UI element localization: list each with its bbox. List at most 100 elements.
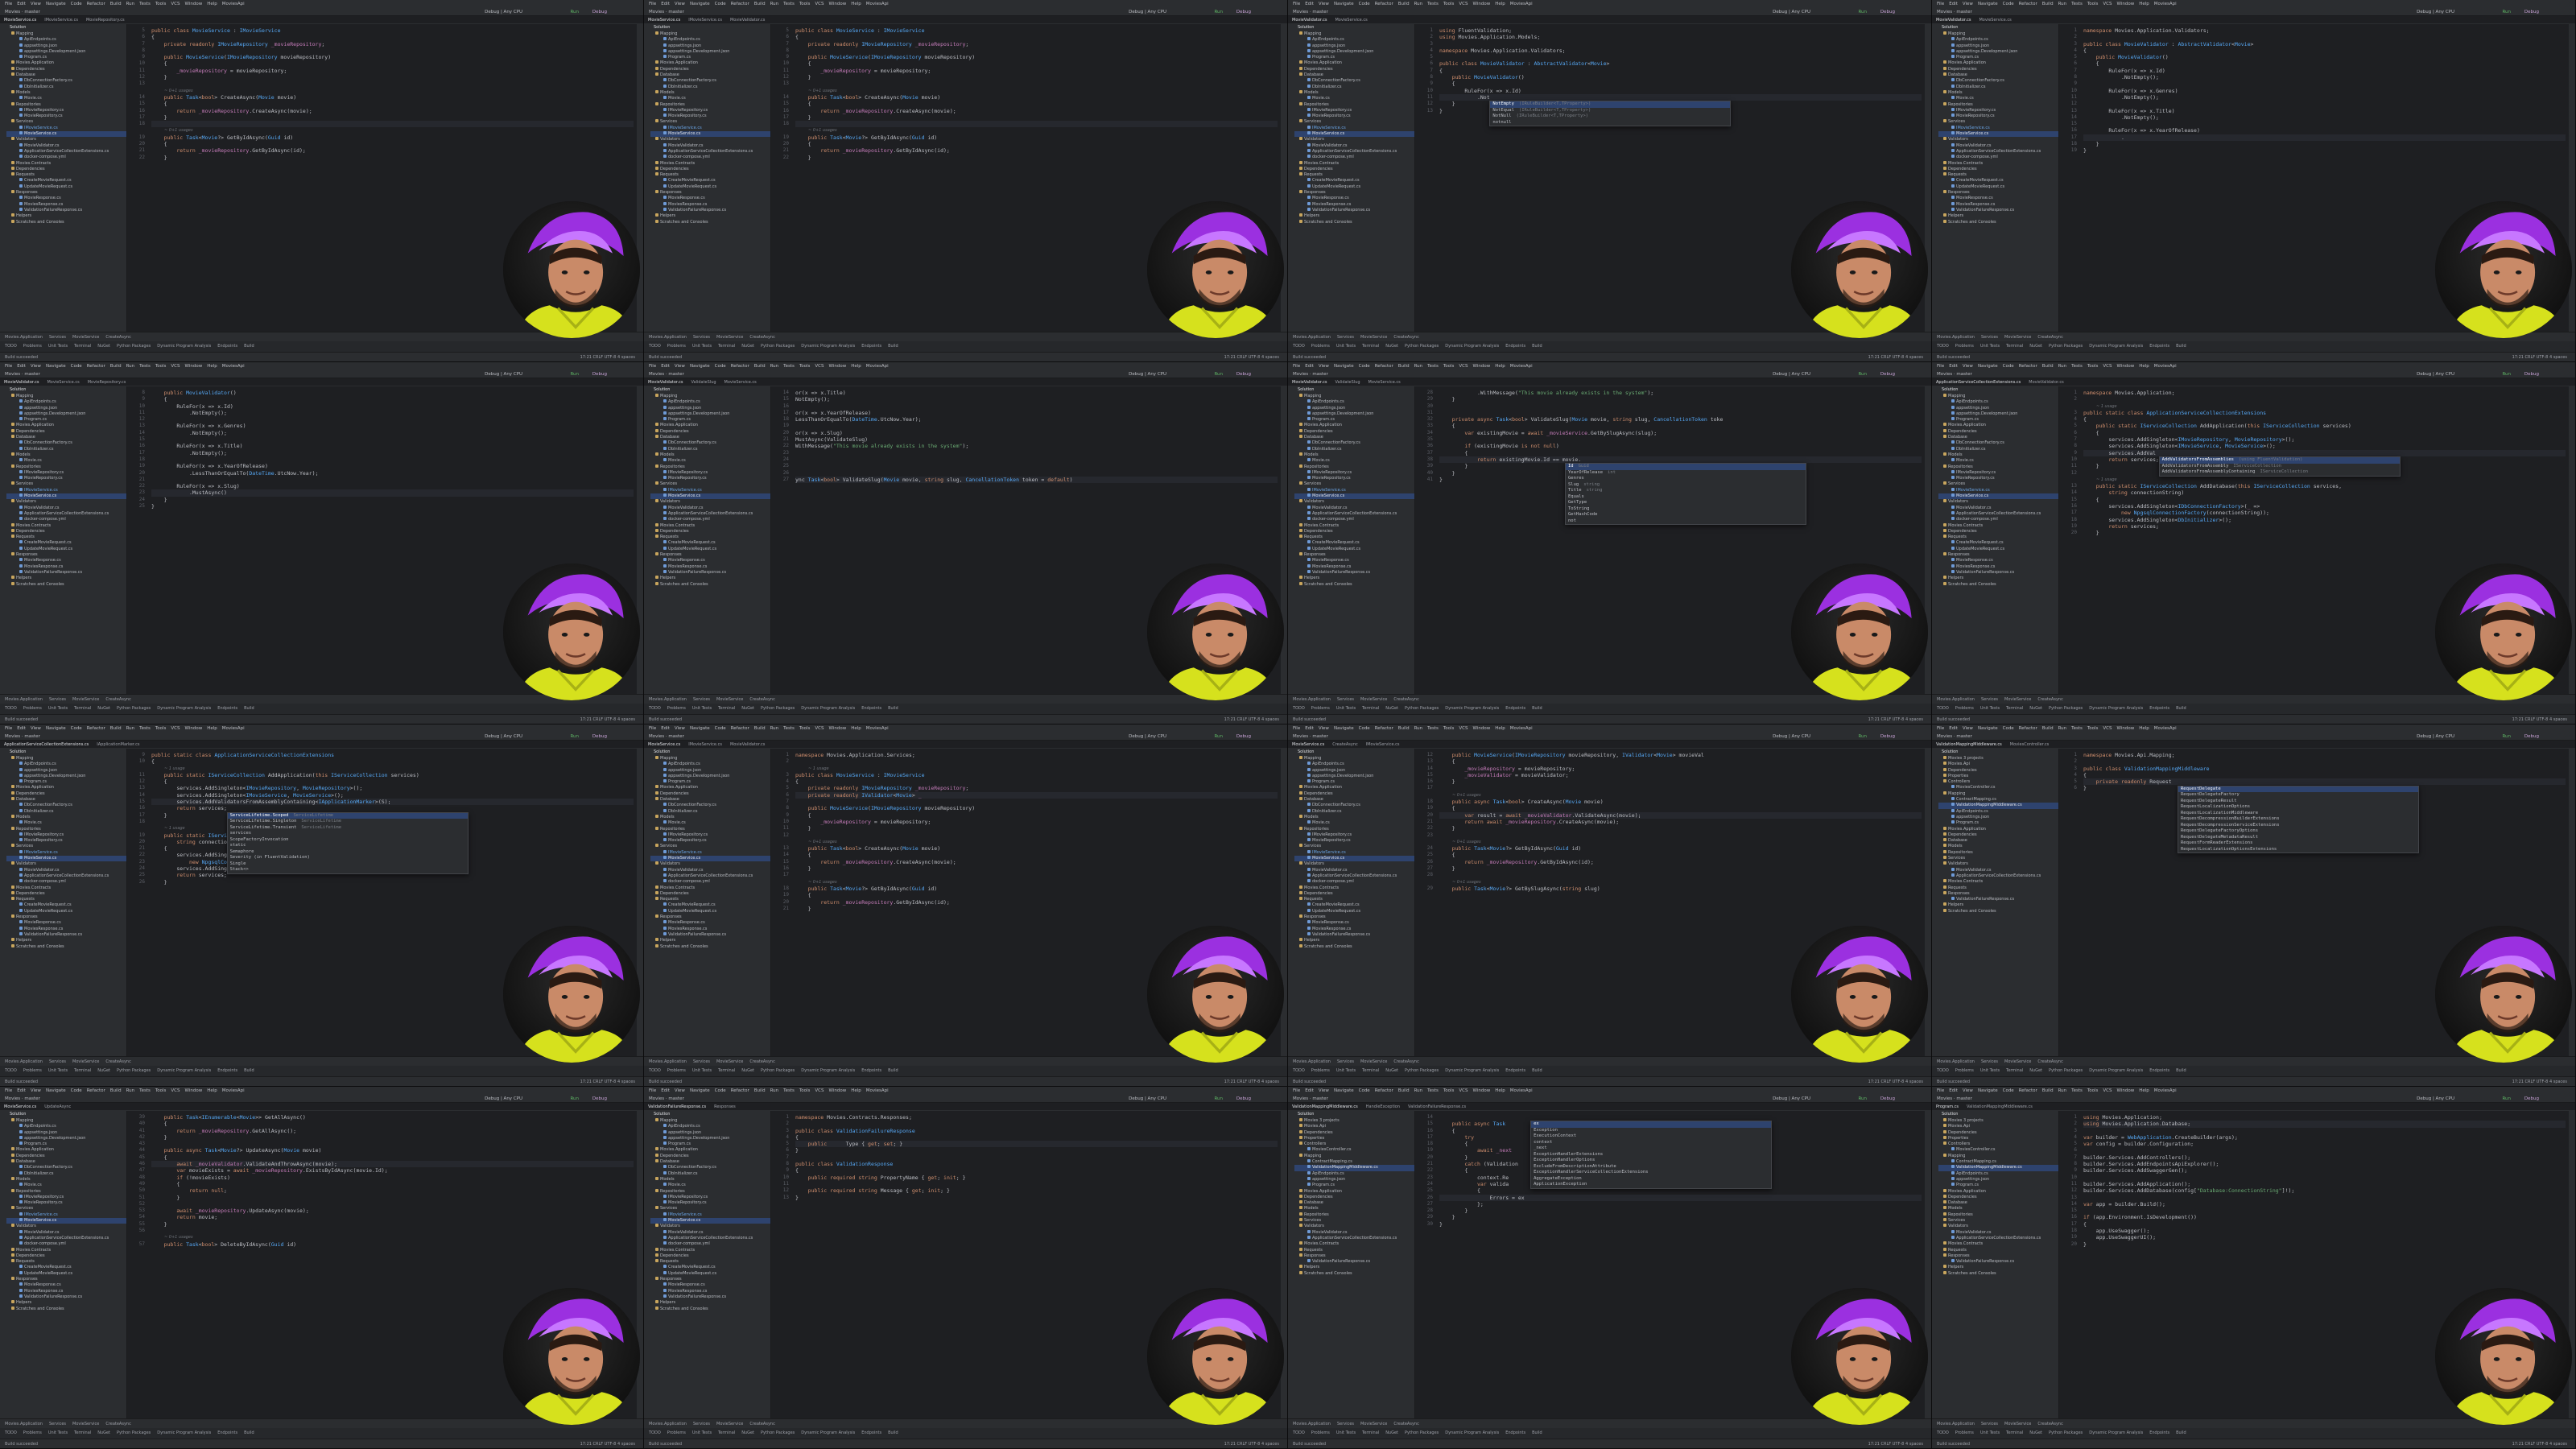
branch-selector[interactable]: master [24, 734, 39, 739]
menu-item[interactable]: Edit [1305, 364, 1314, 369]
menu-item[interactable]: Run [126, 1088, 135, 1093]
tree-item[interactable]: docker-compose.yml [650, 155, 770, 160]
breadcrumb-item[interactable]: Movies.Application [1937, 1059, 1975, 1064]
menu-item[interactable]: Build [754, 2, 766, 6]
tree-item[interactable]: MovieService.cs [1294, 493, 1414, 500]
tool-window-tab[interactable]: Problems [1311, 344, 1330, 349]
run-button[interactable]: Run [1214, 733, 1223, 740]
menu-item[interactable]: VCS [2103, 726, 2112, 731]
menu-item[interactable]: Build [110, 1088, 122, 1093]
tree-item[interactable]: Requests [1294, 535, 1414, 540]
branch-selector[interactable]: master [1956, 734, 1971, 739]
editor-tab[interactable]: MovieService.cs [0, 16, 40, 23]
tool-window-tab[interactable]: Dynamic Program Analysis [157, 344, 211, 349]
tree-item[interactable]: Movies.Application [1938, 60, 2058, 66]
tree-item[interactable]: Program.cs [6, 417, 126, 423]
tree-item[interactable]: Responses [6, 1277, 126, 1282]
menu-item[interactable]: Run [1414, 364, 1423, 369]
tree-item[interactable]: Mapping [1938, 394, 2058, 399]
tree-item[interactable]: Models [650, 814, 770, 820]
menu-item[interactable]: View [675, 1088, 685, 1093]
tree-item[interactable]: MovieValidator.cs [1938, 142, 2058, 149]
tree-item[interactable]: Models [6, 814, 126, 820]
tool-window-tab[interactable]: Problems [23, 706, 42, 711]
left-tool-strip[interactable] [1932, 749, 1938, 1056]
tree-item[interactable]: CreateMovieRequest.cs [1294, 902, 1414, 908]
tool-window-tab[interactable]: Build [1532, 1430, 1542, 1435]
menu-item[interactable]: MoviesApi [866, 726, 889, 731]
completion-option[interactable]: ScopeFactoryInvocation [228, 837, 468, 844]
menu-item[interactable]: Refactor [2019, 726, 2037, 731]
menu-item[interactable]: Help [851, 364, 861, 369]
tree-item[interactable]: Responses [650, 190, 770, 196]
menu-item[interactable]: Code [1359, 364, 1370, 369]
tree-item[interactable]: Program.cs [650, 417, 770, 423]
tree-item[interactable]: Responses [1938, 552, 2058, 558]
tree-item[interactable]: Repositories [1938, 101, 2058, 108]
tree-item[interactable]: appsettings.Development.json [650, 1135, 770, 1141]
menu-item[interactable]: Tools [155, 726, 167, 731]
tool-window-tab[interactable]: Problems [1311, 1430, 1330, 1435]
menu-item[interactable]: Navigate [1978, 1088, 1998, 1093]
tree-item[interactable]: ApplicationServiceCollectionExtensions.c… [6, 148, 126, 155]
tree-item[interactable]: appsettings.json [650, 1129, 770, 1136]
editor-tab[interactable]: MovieValidator.cs [2025, 378, 2067, 386]
completion-option[interactable]: Single [228, 861, 468, 868]
tree-item[interactable]: MoviesResponse.cs [650, 926, 770, 932]
tool-window-tab[interactable]: Problems [23, 1068, 42, 1073]
debug-button[interactable]: Debug [2524, 1095, 2539, 1102]
completion-option[interactable]: RequestLocalizationOptionsExtensions [2178, 847, 2418, 853]
tool-window-tab[interactable]: TODO [1937, 706, 1949, 711]
tool-window-tab[interactable]: Terminal [2006, 1430, 2023, 1435]
menu-item[interactable]: Window [2117, 364, 2135, 369]
tool-window-tab[interactable]: NuGet [741, 344, 754, 349]
solution-selector[interactable]: Movies [1293, 1096, 1308, 1101]
breadcrumb-item[interactable]: Movies.Application [1937, 697, 1975, 702]
tree-item[interactable]: MovieValidator.cs [1938, 1229, 2058, 1236]
completion-option[interactable]: Stack<> [228, 867, 468, 873]
tree-item[interactable]: Dependencies [6, 1153, 126, 1159]
tree-item[interactable]: Scratches and Consoles [650, 943, 770, 950]
tool-window-tab[interactable]: Build [2176, 1430, 2186, 1435]
menu-item[interactable]: VCS [171, 2, 180, 6]
code-area[interactable]: public class MovieService : IMovieServic… [151, 27, 634, 161]
solution-selector[interactable]: Movies [649, 372, 664, 377]
tool-window-tab[interactable]: Unit Tests [1980, 706, 2000, 711]
tree-item[interactable]: Helpers [6, 938, 126, 943]
tree-item[interactable]: ApplicationServiceCollectionExtensions.c… [1938, 510, 2058, 517]
tree-item[interactable]: ApiEndpoints.cs [1294, 399, 1414, 405]
tree-item[interactable]: docker-compose.yml [1938, 155, 2058, 160]
tree-item[interactable]: Movie.cs [1294, 96, 1414, 101]
tree-item[interactable]: Validators [1938, 137, 2058, 142]
tree-item[interactable]: Movies.Contracts [6, 160, 126, 167]
tool-window-tab[interactable]: Endpoints [1505, 1068, 1525, 1073]
tool-window-tab[interactable]: Terminal [718, 706, 735, 711]
tree-item[interactable]: ApiEndpoints.cs [650, 37, 770, 43]
menu-item[interactable]: MoviesApi [1510, 2, 1533, 6]
config-selector[interactable]: Debug | Any CPU [2417, 8, 2454, 15]
tool-window-tab[interactable]: Endpoints [217, 1068, 237, 1073]
tool-window-tab[interactable]: Unit Tests [48, 706, 68, 711]
menu-item[interactable]: VCS [1459, 1088, 1468, 1093]
breadcrumb-item[interactable]: MovieService [1360, 1422, 1387, 1426]
tree-item[interactable]: ApiEndpoints.cs [650, 399, 770, 405]
tree-item[interactable]: Movies.Application [650, 1147, 770, 1153]
tree-item[interactable]: MovieValidator.cs [650, 142, 770, 149]
menu-item[interactable]: Refactor [731, 1088, 749, 1093]
tree-item[interactable]: appsettings.Development.json [6, 773, 126, 779]
tool-window-tab[interactable]: Unit Tests [1980, 1068, 2000, 1073]
usage-hint[interactable]: ~ 1 usage [2083, 403, 2566, 410]
tree-item[interactable]: appsettings.json [650, 43, 770, 49]
breadcrumb-item[interactable]: CreateAsync [105, 1422, 131, 1426]
tree-item[interactable]: Validators [1294, 137, 1414, 142]
menu-item[interactable]: Tests [783, 364, 795, 369]
tree-item[interactable]: Movies 3 projects [1294, 1118, 1414, 1124]
completion-option[interactable]: ExecutionContext [1531, 1133, 1771, 1140]
tree-item[interactable]: IMovieService.cs [6, 849, 126, 856]
branch-selector[interactable]: master [668, 1096, 683, 1101]
tree-item[interactable]: Database [6, 797, 126, 803]
tree-item[interactable]: Helpers [1938, 576, 2058, 581]
menu-item[interactable]: View [1963, 2, 1973, 6]
tool-window-tab[interactable]: Python Packages [117, 1068, 151, 1073]
tree-item[interactable]: UpdateMovieRequest.cs [6, 546, 126, 552]
